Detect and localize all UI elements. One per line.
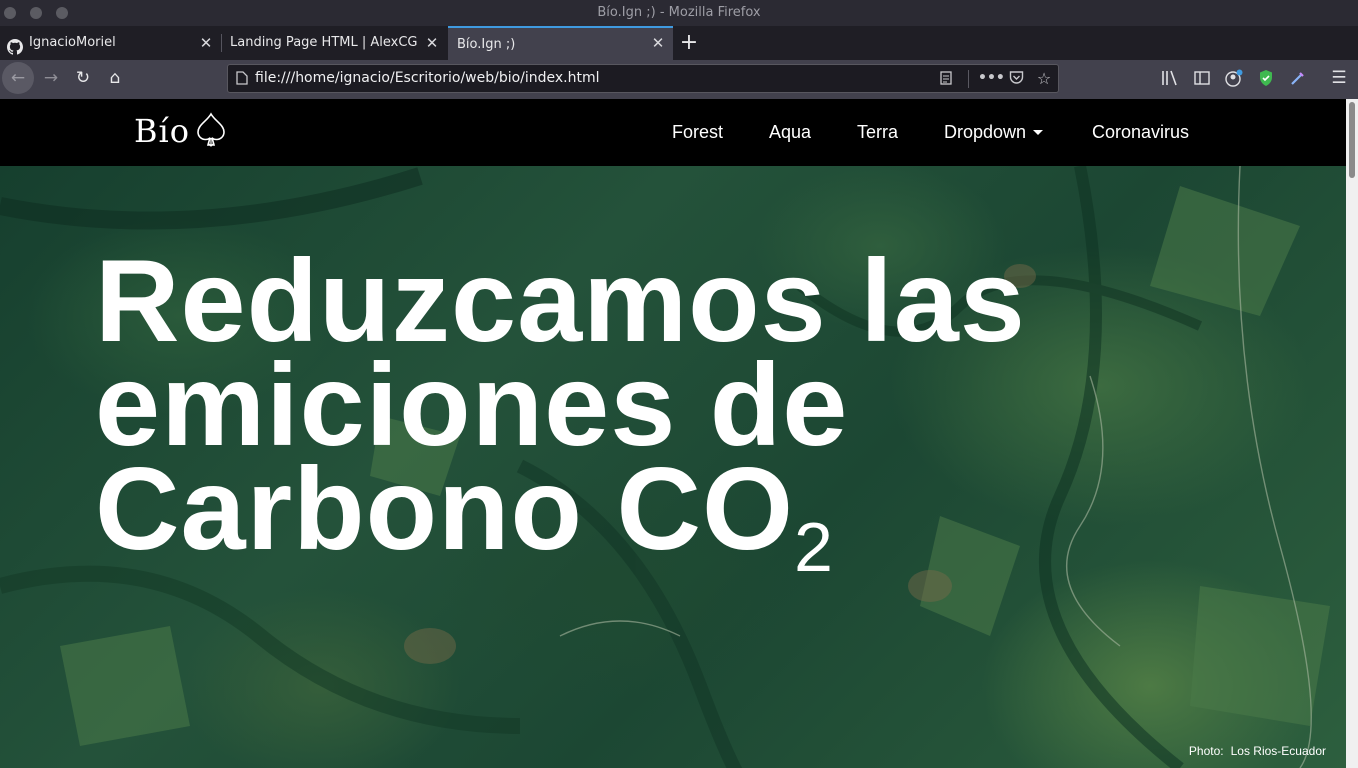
window-title: Bío.Ign ;) - Mozilla Firefox	[597, 5, 761, 20]
reload-button[interactable]: ↻	[67, 62, 99, 94]
photo-credit-label: Photo:	[1188, 744, 1224, 758]
hero-section: Reduzcamos las emiciones de Carbono CO2 …	[0, 166, 1346, 768]
url-bar[interactable]: file:///home/ignacio/Escritorio/web/bio/…	[227, 64, 1059, 93]
page-file-icon	[232, 65, 252, 95]
page-scrollbar[interactable]	[1346, 99, 1358, 768]
tab-landing-page[interactable]: Landing Page HTML | AlexCG ✕	[222, 26, 447, 60]
navigation-toolbar: ← → ↻ ⌂ file:///home/ignacio/Escritorio/…	[0, 60, 1358, 99]
scrollbar-thumb[interactable]	[1349, 102, 1355, 178]
shield-extension-icon[interactable]	[1253, 63, 1279, 93]
tab-bio-active[interactable]: Bío.Ign ;) ✕	[448, 26, 673, 60]
nav-aqua-link[interactable]: Aqua	[769, 99, 811, 166]
sidebar-icon[interactable]	[1189, 63, 1215, 93]
site-logo[interactable]: Bío	[134, 112, 190, 150]
library-icon[interactable]	[1157, 63, 1183, 93]
account-icon[interactable]	[1221, 63, 1247, 93]
bookmark-star-icon[interactable]: ☆	[1034, 65, 1054, 92]
github-icon	[7, 35, 23, 55]
close-tab-icon[interactable]: ✕	[423, 26, 441, 60]
nav-dropdown-label: Dropdown	[944, 122, 1027, 142]
hero-headline: Reduzcamos las emiciones de Carbono CO2	[95, 242, 1026, 586]
url-separator	[968, 70, 969, 88]
headline-subscript: 2	[793, 508, 834, 586]
close-tab-icon[interactable]: ✕	[197, 26, 215, 60]
close-tab-icon[interactable]: ✕	[649, 28, 667, 60]
reader-view-icon[interactable]	[936, 65, 956, 95]
tab-label: Bío.Ign ;)	[457, 37, 516, 52]
nav-coronavirus-link[interactable]: Coronavirus	[1092, 99, 1189, 166]
photo-credit-location: Los Rios-Ecuador	[1230, 744, 1326, 758]
url-text: file:///home/ignacio/Escritorio/web/bio/…	[255, 70, 600, 86]
home-button[interactable]: ⌂	[99, 62, 131, 94]
window-minimize-button[interactable]	[30, 7, 42, 19]
back-icon: ←	[10, 68, 26, 88]
window-maximize-button[interactable]	[56, 7, 68, 19]
spade-icon	[195, 112, 227, 152]
site-navbar: Bío Forest Aqua Terra Dropdown Coronavir…	[0, 99, 1346, 166]
headline-line-3: Carbono CO	[95, 443, 794, 574]
more-icon[interactable]: •••	[978, 65, 1005, 92]
window-close-button[interactable]	[4, 7, 16, 19]
pocket-icon[interactable]	[1006, 65, 1026, 95]
tab-label: Landing Page HTML | AlexCG	[230, 35, 417, 50]
menu-icon[interactable]: ☰	[1326, 63, 1352, 93]
forward-button[interactable]: →	[35, 62, 67, 94]
nav-terra-link[interactable]: Terra	[857, 99, 898, 166]
new-tab-button[interactable]: +	[676, 26, 702, 60]
forward-icon: →	[43, 68, 59, 88]
tab-label: IgnacioMoriel	[29, 35, 116, 50]
page-viewport: Bío Forest Aqua Terra Dropdown Coronavir…	[0, 99, 1346, 768]
tab-ignaciomoriel[interactable]: IgnacioMoriel ✕	[0, 26, 221, 60]
nav-forest-link[interactable]: Forest	[672, 99, 723, 166]
eyedropper-extension-icon[interactable]	[1285, 63, 1311, 93]
photo-credit: Photo: Los Rios-Ecuador	[1189, 744, 1326, 758]
reload-icon: ↻	[75, 68, 91, 88]
home-icon: ⌂	[109, 68, 121, 88]
window-titlebar: Bío.Ign ;) - Mozilla Firefox	[0, 0, 1358, 26]
nav-dropdown-toggle[interactable]: Dropdown	[944, 99, 1044, 166]
back-button[interactable]: ←	[2, 62, 34, 94]
caret-down-icon	[1033, 130, 1044, 135]
